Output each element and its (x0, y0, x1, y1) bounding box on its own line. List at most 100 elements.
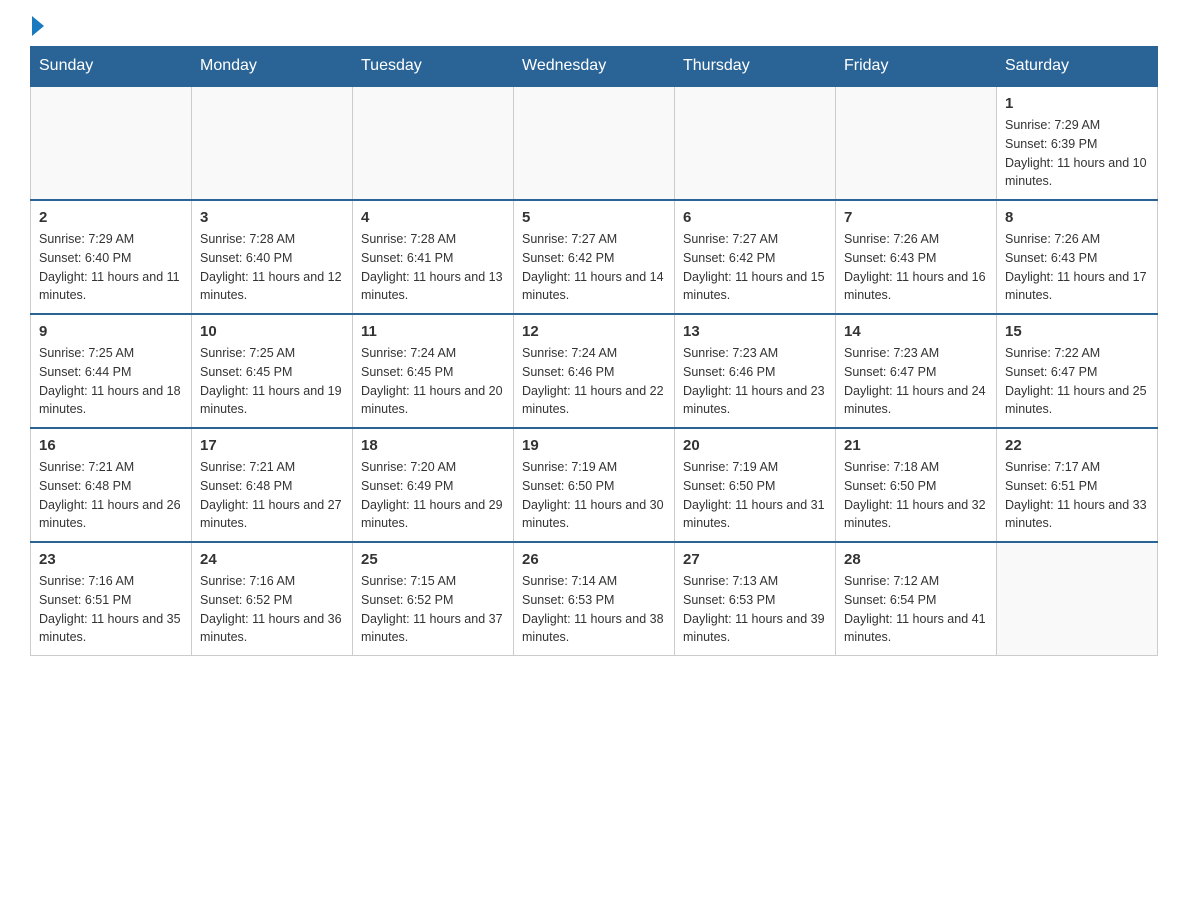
day-info: Sunrise: 7:24 AMSunset: 6:45 PMDaylight:… (361, 344, 505, 419)
day-number: 9 (39, 323, 183, 340)
day-number: 25 (361, 551, 505, 568)
day-number: 27 (683, 551, 827, 568)
calendar-week-row: 9 Sunrise: 7:25 AMSunset: 6:44 PMDaylight… (31, 314, 1158, 428)
day-number: 21 (844, 437, 988, 454)
calendar-cell: 20Sunrise: 7:19 AMSunset: 6:50 PMDayligh… (675, 428, 836, 542)
calendar-cell: 7 Sunrise: 7:26 AMSunset: 6:43 PMDaylight… (836, 200, 997, 314)
day-info: Sunrise: 7:27 AMSunset: 6:42 PMDaylight:… (522, 230, 666, 305)
day-number: 13 (683, 323, 827, 340)
calendar-cell: 3 Sunrise: 7:28 AMSunset: 6:40 PMDaylight… (192, 200, 353, 314)
calendar-week-row: 16 Sunrise: 7:21 AMSunset: 6:48 PMDayligh… (31, 428, 1158, 542)
day-info: Sunrise: 7:29 AMSunset: 6:40 PMDaylight:… (39, 230, 183, 305)
calendar-cell: 18 Sunrise: 7:20 AMSunset: 6:49 PMDayligh… (353, 428, 514, 542)
day-info: Sunrise: 7:17 AMSunset: 6:51 PMDaylight:… (1005, 458, 1149, 533)
logo-arrow-icon (32, 16, 44, 36)
calendar-cell (997, 542, 1158, 656)
calendar-cell: 11 Sunrise: 7:24 AMSunset: 6:45 PMDayligh… (353, 314, 514, 428)
calendar-cell: 17 Sunrise: 7:21 AMSunset: 6:48 PMDayligh… (192, 428, 353, 542)
day-info: Sunrise: 7:22 AMSunset: 6:47 PMDaylight:… (1005, 344, 1149, 419)
day-number: 4 (361, 209, 505, 226)
calendar-cell (31, 86, 192, 200)
day-number: 16 (39, 437, 183, 454)
day-number: 22 (1005, 437, 1149, 454)
day-info: Sunrise: 7:15 AMSunset: 6:52 PMDaylight:… (361, 572, 505, 647)
day-info: Sunrise: 7:26 AMSunset: 6:43 PMDaylight:… (1005, 230, 1149, 305)
calendar-cell: 21 Sunrise: 7:18 AMSunset: 6:50 PMDayligh… (836, 428, 997, 542)
col-saturday: Saturday (997, 47, 1158, 87)
day-number: 7 (844, 209, 988, 226)
day-info: Sunrise: 7:25 AMSunset: 6:45 PMDaylight:… (200, 344, 344, 419)
calendar-cell: 6Sunrise: 7:27 AMSunset: 6:42 PMDaylight… (675, 200, 836, 314)
calendar-cell: 19 Sunrise: 7:19 AMSunset: 6:50 PMDayligh… (514, 428, 675, 542)
calendar-week-row: 1 Sunrise: 7:29 AMSunset: 6:39 PMDaylight… (31, 86, 1158, 200)
calendar-cell: 13 Sunrise: 7:23 AMSunset: 6:46 PMDayligh… (675, 314, 836, 428)
day-info: Sunrise: 7:21 AMSunset: 6:48 PMDaylight:… (39, 458, 183, 533)
day-info: Sunrise: 7:28 AMSunset: 6:40 PMDaylight:… (200, 230, 344, 305)
calendar-cell (675, 86, 836, 200)
day-number: 12 (522, 323, 666, 340)
calendar-cell: 2 Sunrise: 7:29 AMSunset: 6:40 PMDaylight… (31, 200, 192, 314)
day-info: Sunrise: 7:28 AMSunset: 6:41 PMDaylight:… (361, 230, 505, 305)
calendar-cell: 8 Sunrise: 7:26 AMSunset: 6:43 PMDaylight… (997, 200, 1158, 314)
day-info: Sunrise: 7:19 AMSunset: 6:50 PMDaylight:… (522, 458, 666, 533)
calendar-cell: 23Sunrise: 7:16 AMSunset: 6:51 PMDayligh… (31, 542, 192, 656)
calendar-cell: 4 Sunrise: 7:28 AMSunset: 6:41 PMDaylight… (353, 200, 514, 314)
col-thursday: Thursday (675, 47, 836, 87)
day-info: Sunrise: 7:26 AMSunset: 6:43 PMDaylight:… (844, 230, 988, 305)
day-info: Sunrise: 7:23 AMSunset: 6:46 PMDaylight:… (683, 344, 827, 419)
day-info: Sunrise: 7:21 AMSunset: 6:48 PMDaylight:… (200, 458, 344, 533)
day-number: 8 (1005, 209, 1149, 226)
day-number: 1 (1005, 95, 1149, 112)
calendar-cell: 27 Sunrise: 7:13 AMSunset: 6:53 PMDayligh… (675, 542, 836, 656)
logo (30, 20, 44, 36)
day-info: Sunrise: 7:24 AMSunset: 6:46 PMDaylight:… (522, 344, 666, 419)
day-number: 15 (1005, 323, 1149, 340)
day-number: 18 (361, 437, 505, 454)
calendar-header-row: Sunday Monday Tuesday Wednesday Thursday… (31, 47, 1158, 87)
day-info: Sunrise: 7:14 AMSunset: 6:53 PMDaylight:… (522, 572, 666, 647)
day-info: Sunrise: 7:19 AMSunset: 6:50 PMDaylight:… (683, 458, 827, 533)
day-number: 11 (361, 323, 505, 340)
day-number: 26 (522, 551, 666, 568)
col-sunday: Sunday (31, 47, 192, 87)
day-info: Sunrise: 7:12 AMSunset: 6:54 PMDaylight:… (844, 572, 988, 647)
day-info: Sunrise: 7:16 AMSunset: 6:52 PMDaylight:… (200, 572, 344, 647)
calendar-cell: 26 Sunrise: 7:14 AMSunset: 6:53 PMDayligh… (514, 542, 675, 656)
day-number: 19 (522, 437, 666, 454)
day-number: 3 (200, 209, 344, 226)
day-info: Sunrise: 7:25 AMSunset: 6:44 PMDaylight:… (39, 344, 183, 419)
calendar-cell: 10 Sunrise: 7:25 AMSunset: 6:45 PMDayligh… (192, 314, 353, 428)
day-info: Sunrise: 7:18 AMSunset: 6:50 PMDaylight:… (844, 458, 988, 533)
calendar-cell: 15 Sunrise: 7:22 AMSunset: 6:47 PMDayligh… (997, 314, 1158, 428)
calendar-table: Sunday Monday Tuesday Wednesday Thursday… (30, 46, 1158, 656)
calendar-week-row: 23Sunrise: 7:16 AMSunset: 6:51 PMDayligh… (31, 542, 1158, 656)
calendar-cell: 28 Sunrise: 7:12 AMSunset: 6:54 PMDayligh… (836, 542, 997, 656)
calendar-cell (514, 86, 675, 200)
day-number: 28 (844, 551, 988, 568)
calendar-cell: 14 Sunrise: 7:23 AMSunset: 6:47 PMDayligh… (836, 314, 997, 428)
col-monday: Monday (192, 47, 353, 87)
day-number: 14 (844, 323, 988, 340)
calendar-cell: 9 Sunrise: 7:25 AMSunset: 6:44 PMDaylight… (31, 314, 192, 428)
day-number: 2 (39, 209, 183, 226)
day-number: 10 (200, 323, 344, 340)
calendar-cell: 12 Sunrise: 7:24 AMSunset: 6:46 PMDayligh… (514, 314, 675, 428)
calendar-cell: 24 Sunrise: 7:16 AMSunset: 6:52 PMDayligh… (192, 542, 353, 656)
calendar-cell: 5 Sunrise: 7:27 AMSunset: 6:42 PMDaylight… (514, 200, 675, 314)
day-info: Sunrise: 7:20 AMSunset: 6:49 PMDaylight:… (361, 458, 505, 533)
calendar-cell (353, 86, 514, 200)
day-number: 5 (522, 209, 666, 226)
day-number: 24 (200, 551, 344, 568)
day-info: Sunrise: 7:29 AMSunset: 6:39 PMDaylight:… (1005, 116, 1149, 191)
calendar-week-row: 2 Sunrise: 7:29 AMSunset: 6:40 PMDaylight… (31, 200, 1158, 314)
col-wednesday: Wednesday (514, 47, 675, 87)
calendar-cell: 16 Sunrise: 7:21 AMSunset: 6:48 PMDayligh… (31, 428, 192, 542)
col-tuesday: Tuesday (353, 47, 514, 87)
day-info: Sunrise: 7:23 AMSunset: 6:47 PMDaylight:… (844, 344, 988, 419)
day-number: 17 (200, 437, 344, 454)
col-friday: Friday (836, 47, 997, 87)
day-info: Sunrise: 7:13 AMSunset: 6:53 PMDaylight:… (683, 572, 827, 647)
calendar-cell: 25 Sunrise: 7:15 AMSunset: 6:52 PMDayligh… (353, 542, 514, 656)
day-info: Sunrise: 7:16 AMSunset: 6:51 PMDaylight:… (39, 572, 183, 647)
page-header (30, 20, 1158, 36)
